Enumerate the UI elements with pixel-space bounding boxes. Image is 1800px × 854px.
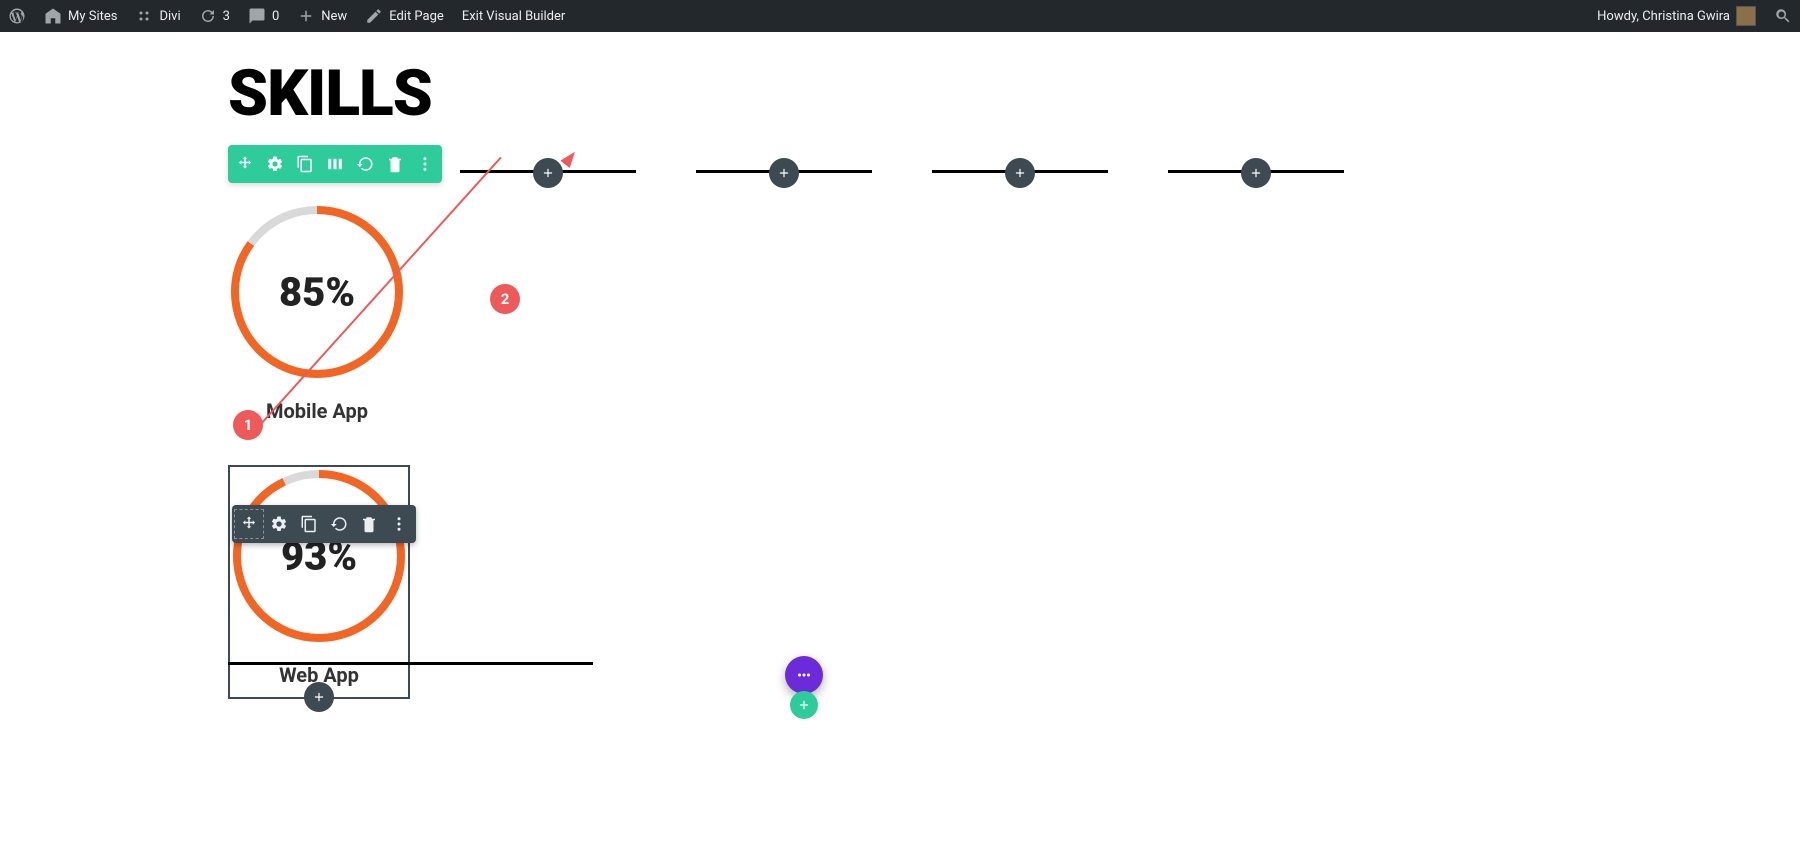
wp-logo[interactable]	[8, 7, 26, 25]
wp-admin-bar: My Sites Divi 3 0 New Edit Page Exit Vis…	[0, 0, 1800, 32]
column-4[interactable]	[932, 170, 1108, 173]
updates-link[interactable]: 3	[199, 7, 230, 25]
circle-counter-1[interactable]: 85% Mobile App	[228, 203, 406, 423]
module-move-handle[interactable]	[234, 509, 264, 539]
module-duplicate-button[interactable]	[294, 509, 324, 539]
comments-link[interactable]: 0	[248, 7, 279, 25]
module-save-button[interactable]	[324, 509, 354, 539]
exit-visual-builder-link[interactable]: Exit Visual Builder	[462, 9, 565, 24]
module-settings-button[interactable]	[264, 509, 294, 539]
add-module-button-col4[interactable]	[1005, 158, 1035, 188]
row-duplicate-button[interactable]	[290, 149, 320, 179]
row-toolbar	[228, 145, 442, 183]
divider	[228, 662, 593, 665]
add-module-button-col2[interactable]	[533, 158, 563, 188]
new-content-link[interactable]: New	[297, 7, 347, 25]
row-more-button[interactable]	[410, 149, 440, 179]
row-delete-button[interactable]	[380, 149, 410, 179]
row-save-button[interactable]	[350, 149, 380, 179]
module-delete-button[interactable]	[354, 509, 384, 539]
howdy-label: Howdy, Christina Gwira	[1597, 9, 1730, 24]
comments-count: 0	[272, 9, 279, 24]
row-move-handle[interactable]	[230, 149, 260, 179]
edit-page-label: Edit Page	[389, 9, 444, 24]
my-sites-link[interactable]: My Sites	[44, 7, 117, 25]
exit-label: Exit Visual Builder	[462, 9, 565, 24]
edit-page-link[interactable]: Edit Page	[365, 7, 444, 25]
annotation-1: 1	[233, 410, 263, 440]
annotation-2: 2	[490, 284, 520, 314]
avatar	[1736, 6, 1756, 26]
add-module-button-col5[interactable]	[1241, 158, 1271, 188]
counter-1-percent: 85%	[279, 269, 355, 316]
column-5[interactable]	[1168, 170, 1344, 173]
row-columns-button[interactable]	[320, 149, 350, 179]
row-settings-button[interactable]	[260, 149, 290, 179]
builder-options-fab[interactable]	[785, 656, 823, 694]
module-more-button[interactable]	[384, 509, 414, 539]
howdy-link[interactable]: Howdy, Christina Gwira	[1597, 6, 1756, 26]
add-module-button-col3[interactable]	[769, 158, 799, 188]
new-label: New	[321, 9, 347, 24]
page-title: SKILLS	[228, 56, 1788, 131]
column-3[interactable]	[696, 170, 872, 173]
site-label: Divi	[159, 9, 180, 24]
my-sites-label: My Sites	[68, 9, 117, 24]
site-name-link[interactable]: Divi	[135, 7, 180, 25]
add-module-below-button[interactable]	[304, 682, 334, 712]
module-toolbar	[232, 505, 416, 543]
updates-count: 3	[223, 9, 230, 24]
empty-columns-row	[460, 144, 1344, 173]
search-toggle[interactable]	[1774, 7, 1792, 25]
add-section-button[interactable]	[790, 691, 818, 719]
